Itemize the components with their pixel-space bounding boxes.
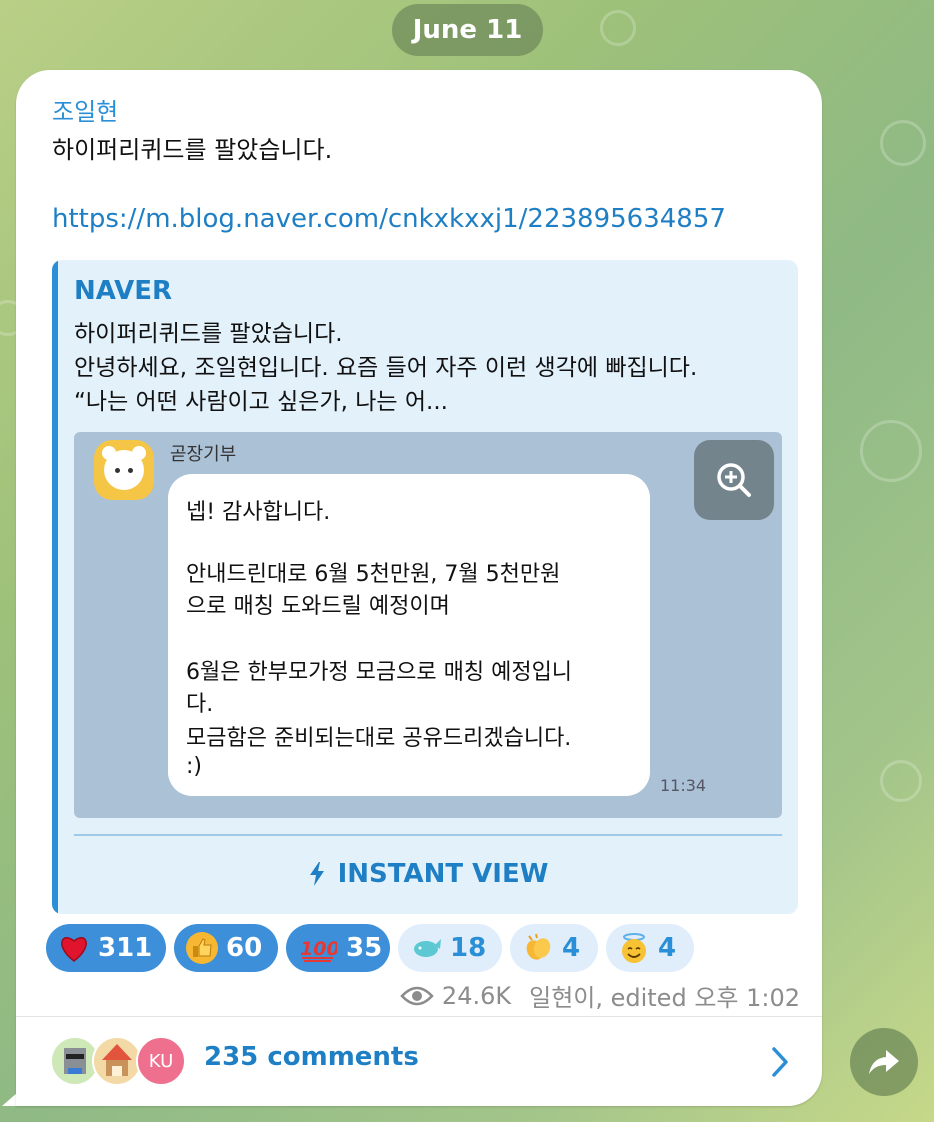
hundred-points-icon: 100 (298, 932, 338, 964)
post-signature: 일현이, edited 오후 1:02 (529, 984, 800, 1012)
commenter-avatar-initials: KU (136, 1036, 186, 1086)
preview-description-line: “나는 어떤 사람이고 싶은가, 나는 어... (74, 389, 448, 415)
comments-button[interactable]: KU 235 comments (16, 1018, 822, 1106)
reaction-whale[interactable]: 18 (398, 924, 502, 972)
reaction-count: 60 (226, 933, 263, 963)
lightning-icon (309, 862, 324, 886)
link-preview[interactable]: NAVER 하이퍼리퀴드를 팔았습니다. 안녕하세요, 조일현입니다. 요즘 들… (52, 260, 798, 914)
whale-icon (410, 932, 442, 964)
share-button[interactable] (850, 1028, 918, 1096)
clapping-hands-icon (522, 932, 554, 964)
reaction-count: 4 (658, 933, 677, 963)
preview-site-name: NAVER (74, 276, 173, 306)
wallpaper-doodle (880, 120, 926, 166)
chat-line: 6월은 한부모가정 모금으로 매칭 예정입니 (186, 660, 573, 685)
reaction-count: 4 (562, 933, 581, 963)
bear-avatar-icon (94, 440, 154, 500)
post-link[interactable]: https://m.blog.naver.com/cnkxkxxj1/22389… (52, 204, 726, 234)
instant-view-button[interactable]: INSTANT VIEW (74, 844, 782, 904)
chat-line: :) (186, 754, 202, 779)
share-arrow-icon (869, 1050, 899, 1074)
reaction-clap[interactable]: 4 (510, 924, 598, 972)
eye-icon (400, 986, 434, 1005)
chat-timestamp: 11:34 (660, 776, 707, 795)
reaction-heart[interactable]: 311 (46, 924, 166, 972)
preview-divider (74, 834, 782, 836)
chat-sender-name: 곧장기부 (170, 444, 237, 465)
preview-title: 하이퍼리퀴드를 팔았습니다. (74, 321, 343, 347)
wallpaper-doodle (860, 420, 922, 482)
chat-line: 다. (186, 692, 214, 717)
wallpaper-doodle (880, 760, 922, 802)
post-meta: 24.6K 일현이, edited 오후 1:02 (400, 978, 800, 1013)
thumbs-up-icon (186, 932, 218, 964)
chat-line: 안내드린대로 6월 5천만원, 7월 5천만원 (186, 562, 561, 587)
reaction-halo[interactable]: 4 (606, 924, 694, 972)
zoom-in-button[interactable] (694, 440, 774, 520)
reaction-thumbs-up[interactable]: 60 (174, 924, 278, 972)
post-author[interactable]: 조일현 (52, 92, 118, 127)
preview-accent-bar (52, 260, 58, 914)
wallpaper-doodle (600, 10, 636, 46)
chat-message-bubble: 넵! 감사합니다. 안내드린대로 6월 5천만원, 7월 5천만원 으로 매칭 … (168, 474, 650, 796)
red-heart-icon (58, 932, 90, 964)
preview-description-line: 안녕하세요, 조일현입니다. 요즘 들어 자주 이런 생각에 빠집니다. (74, 355, 698, 381)
reaction-count: 18 (450, 933, 487, 963)
commenter-avatar (92, 1036, 142, 1086)
zoom-in-icon (717, 463, 751, 497)
svg-text:100: 100 (300, 938, 337, 960)
comments-divider (16, 1016, 822, 1017)
chat-line: 으로 매칭 도와드릴 예정이며 (186, 594, 450, 619)
chat-line: 모금함은 준비되는대로 공유드리겠습니다. (186, 726, 572, 751)
reaction-count: 311 (98, 933, 153, 963)
chevron-right-icon (772, 1047, 788, 1077)
reaction-count: 35 (346, 933, 383, 963)
post-text: 하이퍼리퀴드를 팔았습니다. (52, 136, 333, 164)
instant-view-label: INSTANT VIEW (337, 859, 549, 889)
preview-image[interactable]: 곧장기부 넵! 감사합니다. 안내드린대로 6월 5천만원, 7월 5천만원 으… (74, 432, 782, 818)
reaction-hundred[interactable]: 100 35 (286, 924, 390, 972)
chat-line: 넵! 감사합니다. (186, 500, 331, 525)
smiling-face-with-halo-icon (618, 932, 650, 964)
date-separator: June 11 (392, 4, 543, 56)
view-count: 24.6K (441, 981, 512, 1010)
comments-count: 235 comments (204, 1042, 419, 1072)
channel-post-bubble: 조일현 하이퍼리퀴드를 팔았습니다. https://m.blog.naver.… (16, 70, 822, 1106)
